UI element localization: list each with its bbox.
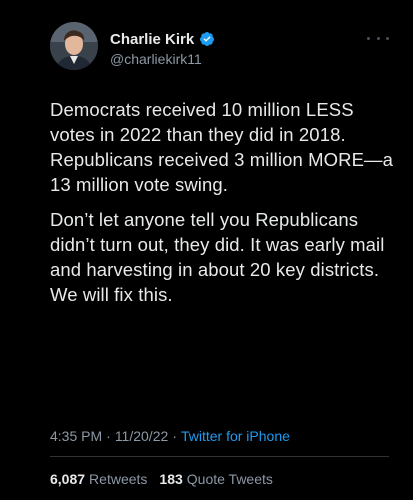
- quote-tweets-label[interactable]: Quote Tweets: [187, 471, 273, 487]
- handle[interactable]: @charliekirk11: [110, 51, 215, 67]
- avatar[interactable]: [50, 22, 98, 70]
- display-name-row: Charlie Kirk: [110, 30, 215, 48]
- meta-separator: ·: [172, 428, 177, 444]
- retweets-count[interactable]: 6,087: [50, 471, 85, 487]
- verified-badge-icon: [199, 31, 215, 47]
- tweet-date[interactable]: 11/20/22: [115, 428, 168, 444]
- tweet-paragraph: Don’t let anyone tell you Republicans di…: [50, 209, 385, 305]
- meta-separator: ·: [106, 428, 111, 444]
- tweet-text: Democrats received 10 million LESS votes…: [50, 97, 395, 317]
- quote-tweets-count[interactable]: 183: [159, 471, 182, 487]
- tweet-meta: 4:35 PM · 11/20/22 · Twitter for iPhone: [50, 428, 290, 444]
- tweet-stats: 6,087 Retweets 183 Quote Tweets: [50, 471, 285, 487]
- author-names: Charlie Kirk @charliekirk11: [110, 30, 215, 67]
- display-name[interactable]: Charlie Kirk: [110, 31, 194, 48]
- tweet-time[interactable]: 4:35 PM: [50, 428, 102, 444]
- retweets-label[interactable]: Retweets: [89, 471, 147, 487]
- tweet-source-link[interactable]: Twitter for iPhone: [181, 428, 290, 444]
- avatar-photo: [50, 22, 98, 70]
- tweet-card: Charlie Kirk @charliekirk11 Democrats re…: [0, 0, 413, 500]
- tweet-paragraph: Democrats received 10 million LESS votes…: [50, 99, 394, 195]
- divider: [50, 456, 389, 457]
- tweet-header: Charlie Kirk @charliekirk11: [50, 22, 389, 74]
- more-options-icon[interactable]: [367, 32, 389, 44]
